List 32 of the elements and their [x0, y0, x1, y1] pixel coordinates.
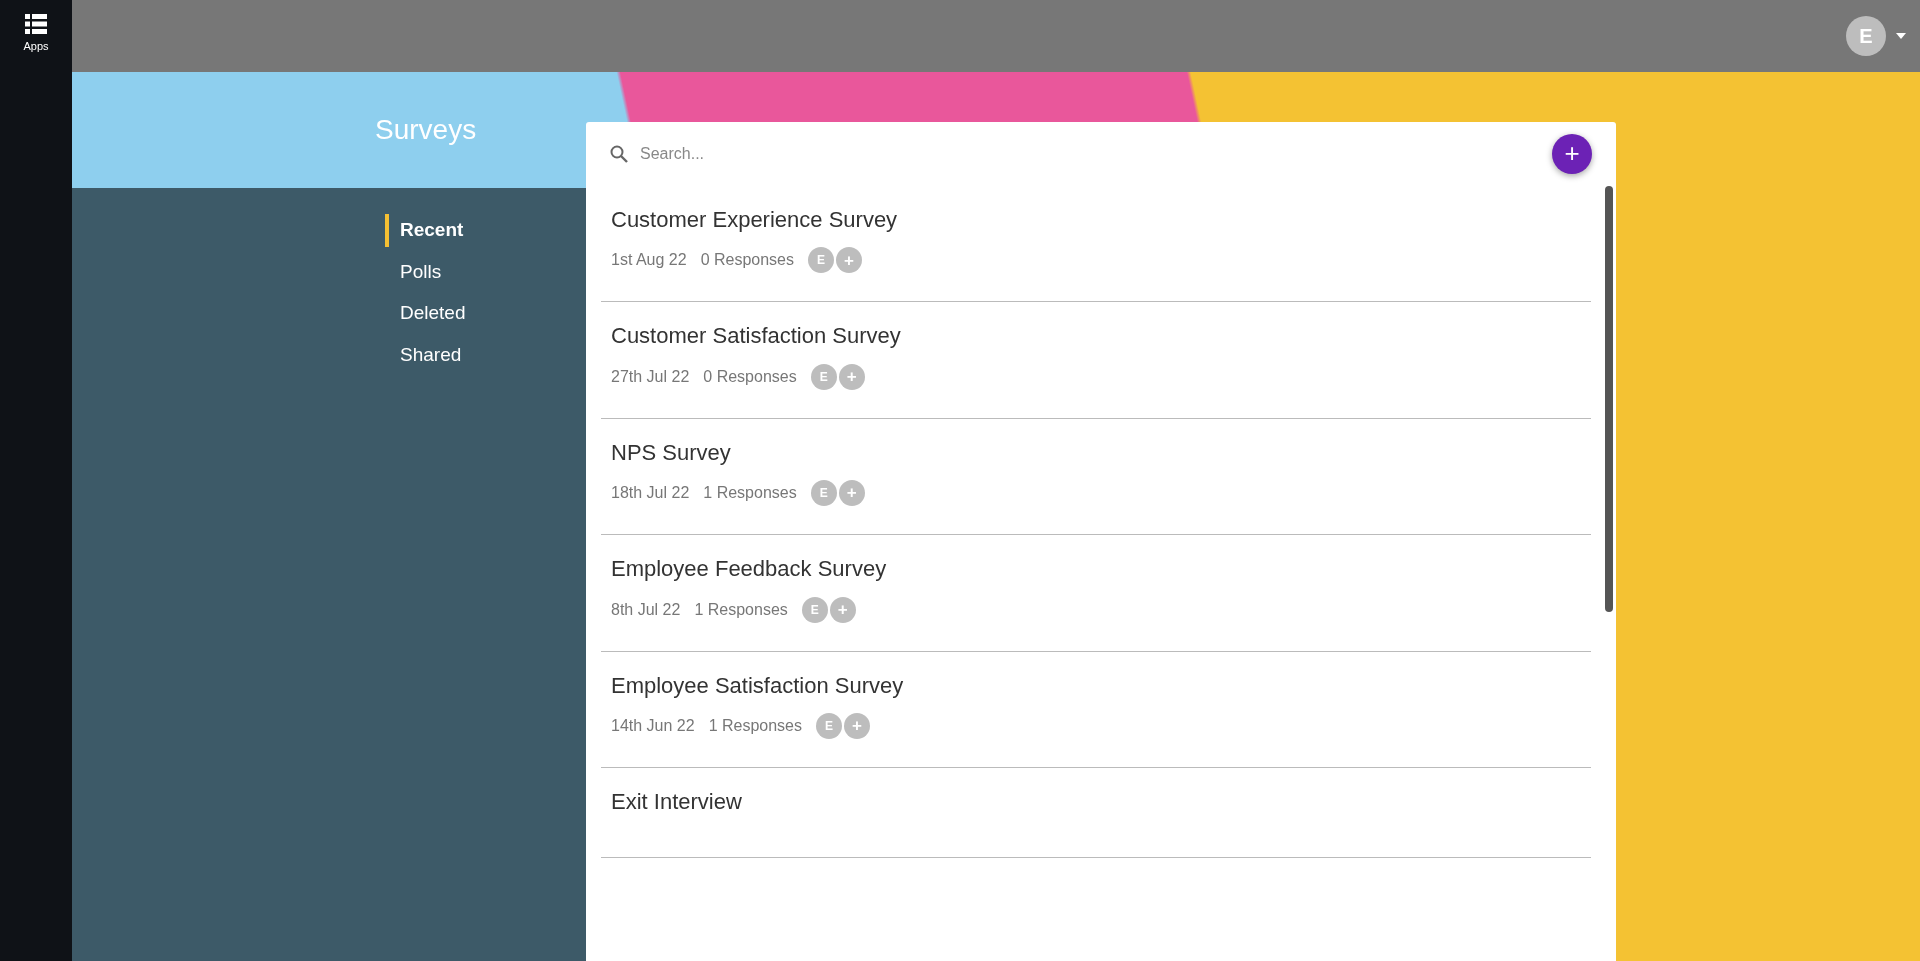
survey-title[interactable]: Customer Experience Survey [611, 207, 1581, 234]
caret-icon[interactable] [1896, 33, 1906, 39]
response-count: 0 Responses [703, 366, 797, 387]
sidebar-nav-item[interactable]: Polls [385, 255, 442, 288]
sidebar-nav-item[interactable]: Deleted [385, 297, 466, 330]
survey-date: 18th Jul 22 [611, 483, 690, 504]
page-title: Surveys [375, 113, 477, 147]
survey-title[interactable]: NPS Survey [611, 439, 1581, 467]
response-count: 1 Responses [694, 599, 788, 620]
survey-title[interactable]: Customer Satisfaction Survey [611, 323, 1581, 350]
collaborator-avatar: E [810, 363, 837, 390]
collaborator-avatar: E [810, 480, 837, 507]
search-icon [610, 145, 628, 163]
response-count: 1 Responses [703, 483, 797, 504]
list-icon [25, 14, 47, 34]
sidebar-nav-item[interactable]: Recent [385, 214, 464, 247]
add-survey-button[interactable]: + [1552, 134, 1592, 174]
response-count: 0 Responses [700, 250, 794, 271]
survey-title[interactable]: Employee Feedback Survey [611, 556, 1581, 583]
apps-button[interactable]: Apps [23, 14, 49, 55]
survey-date: 1st Aug 22 [611, 250, 687, 271]
collaborator-avatar: E [801, 596, 828, 623]
survey-date: 14th Jun 22 [611, 715, 695, 736]
survey-date: 8th Jul 22 [611, 599, 681, 620]
scrollbar-thumb[interactable] [1605, 186, 1613, 612]
survey-title[interactable]: Employee Satisfaction Survey [611, 672, 1581, 699]
sidebar-nav-item[interactable]: Shared [385, 338, 462, 371]
collaborator-avatar: E [816, 712, 842, 739]
survey-date: 27th Jul 22 [611, 366, 690, 387]
response-count: 1 Responses [708, 715, 802, 736]
survey-title[interactable]: Exit Interview [611, 788, 1581, 816]
collaborator-avatar: E [808, 247, 834, 274]
